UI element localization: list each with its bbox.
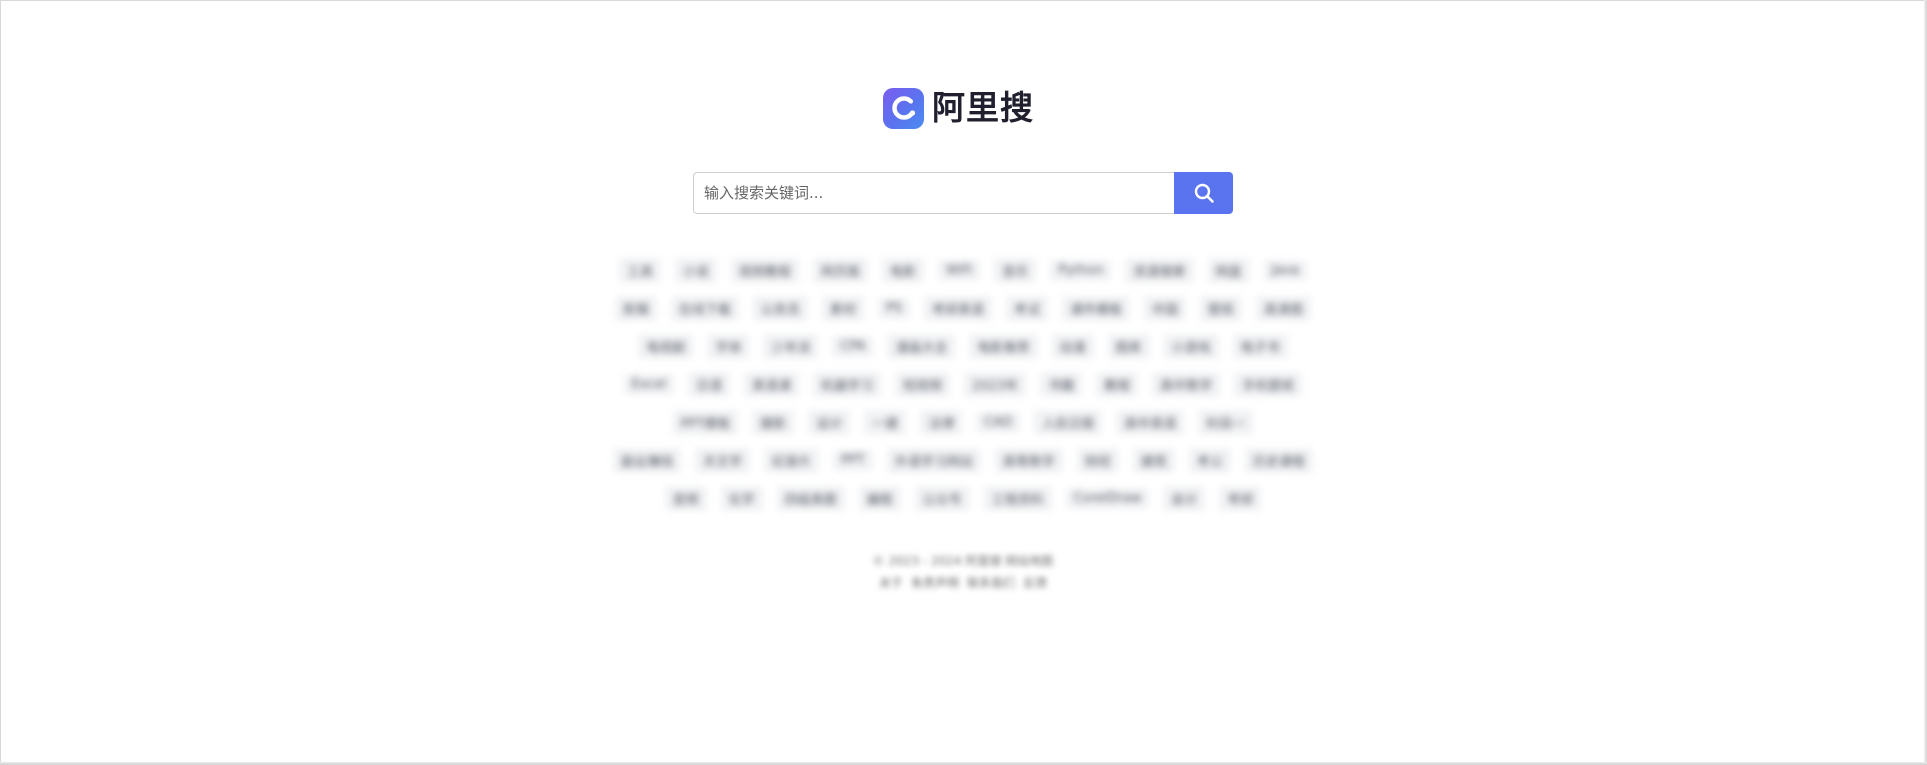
- hot-keyword-link[interactable]: 壁纸: [1200, 295, 1243, 321]
- hot-keyword-link[interactable]: 漫画大全: [887, 333, 956, 359]
- hot-keyword-row: 副业赚钱 天文学 纪录片 PPT 外语学习网站 高等数学 财经 建筑 考公 历史课程: [540, 441, 1386, 479]
- hot-keyword-link[interactable]: 摄影: [752, 409, 795, 435]
- search-button[interactable]: [1174, 172, 1233, 214]
- hot-keyword-link[interactable]: WiFi: [938, 259, 981, 281]
- hot-keyword-link[interactable]: 电影推荐: [969, 333, 1038, 359]
- search-bar: [693, 172, 1233, 214]
- hot-keyword-link[interactable]: CAD: [976, 411, 1021, 433]
- hot-keyword-link[interactable]: 设计: [808, 409, 851, 435]
- hot-keyword-link[interactable]: 图库: [1107, 333, 1150, 359]
- hot-keyword-link[interactable]: 小游戏: [1163, 333, 1219, 359]
- hot-keyword-link[interactable]: 英语课: [744, 371, 800, 397]
- footer-link[interactable]: 关于: [879, 576, 903, 590]
- hot-keyword-link[interactable]: 网盘: [1207, 257, 1250, 283]
- hot-keyword-link[interactable]: Java: [1263, 259, 1307, 281]
- hot-keyword-link[interactable]: 音乐: [994, 257, 1037, 283]
- hot-keyword-link[interactable]: 公众号: [914, 485, 970, 511]
- hot-keyword-link[interactable]: 教程: [1096, 371, 1139, 397]
- hot-keyword-link[interactable]: 音频: [664, 485, 707, 511]
- footer-copyright: © 2023 - 2024 阿里搜 网站地图: [872, 554, 1054, 568]
- hot-keyword-link[interactable]: 考公: [1188, 447, 1231, 473]
- hot-keyword-link[interactable]: 高中数学: [1152, 371, 1221, 397]
- hot-keyword-link[interactable]: 会计: [1163, 485, 1206, 511]
- hot-keyword-link[interactable]: 短视频: [895, 371, 951, 397]
- hot-keyword-row: Excel 日语 英语课 机器学习 短视频 2023年 书籍 教程 高中数学 手机壁纸: [540, 365, 1386, 403]
- hot-keyword-link[interactable]: 考研英语: [924, 295, 993, 321]
- hot-keyword-link[interactable]: 天文学: [695, 447, 751, 473]
- hot-keyword-link[interactable]: Python: [1050, 259, 1112, 281]
- hot-keyword-link[interactable]: 科目一: [1198, 409, 1254, 435]
- hot-keyword-link[interactable]: 高清图: [1256, 295, 1312, 321]
- hot-keyword-link[interactable]: 法律: [920, 409, 963, 435]
- hot-keyword-link[interactable]: 机器学习: [813, 371, 882, 397]
- hot-keyword-link[interactable]: 中国: [1144, 295, 1187, 321]
- hot-keyword-link[interactable]: 公务员: [752, 295, 808, 321]
- hot-keyword-link[interactable]: 小说: [675, 257, 718, 283]
- hot-keyword-link[interactable]: 少年派: [763, 333, 819, 359]
- hot-keyword-link[interactable]: PPT: [833, 449, 873, 471]
- footer-links: 关于 免责声明 联系我们 反馈: [763, 572, 1163, 594]
- footer: © 2023 - 2024 阿里搜 网站地图 关于 免责声明 联系我们 反馈: [763, 550, 1163, 594]
- hot-keyword-link[interactable]: 考试: [1006, 295, 1049, 321]
- hot-keyword-link[interactable]: 手机壁纸: [1234, 371, 1303, 397]
- hot-keyword-link[interactable]: 2023年: [964, 371, 1027, 397]
- hot-keyword-link[interactable]: CorelDraw: [1065, 487, 1150, 509]
- hot-keyword-link[interactable]: 高中英语: [1116, 409, 1185, 435]
- hot-keyword-link[interactable]: 四级真题: [776, 485, 845, 511]
- hot-keyword-row: 工具 小说 视频教程 网页版 电影 WiFi 音乐 Python 资源搜索 网盘 Java: [540, 251, 1386, 289]
- hot-keyword-row: 剪辑 在线下载 公务员 素材 PS 考研英语 考试 课件模板 中国 壁纸 高清图: [540, 289, 1386, 327]
- hot-keyword-link[interactable]: 建筑: [1132, 447, 1175, 473]
- hot-keyword-link[interactable]: 历史课程: [1244, 447, 1313, 473]
- hot-keyword-link[interactable]: 日语: [688, 371, 731, 397]
- search-icon: [1194, 183, 1214, 203]
- logo-icon: [883, 87, 924, 129]
- hot-keyword-link[interactable]: CPA: [832, 335, 874, 357]
- hot-keyword-link[interactable]: PPT模板: [672, 409, 739, 435]
- hot-keyword-link[interactable]: 电子书: [1232, 333, 1288, 359]
- hot-keyword-link[interactable]: 素材: [821, 295, 864, 321]
- hot-keyword-link[interactable]: 动漫: [1051, 333, 1094, 359]
- hot-keyword-link[interactable]: 纪录片: [764, 447, 820, 473]
- logo-text: 阿里搜: [932, 88, 1034, 127]
- hot-keyword-link[interactable]: 工程资料: [983, 485, 1052, 511]
- hot-keyword-link[interactable]: 人民日报: [1034, 409, 1103, 435]
- hot-keyword-link[interactable]: 资源搜索: [1125, 257, 1194, 283]
- footer-link[interactable]: 联系我们: [967, 576, 1015, 590]
- hot-keyword-row: 音频 化学 四级真题 编程 公众号 工程资料 CorelDraw 会计 考研: [540, 479, 1386, 517]
- hot-keyword-link[interactable]: 编程: [858, 485, 901, 511]
- hot-keyword-row: PPT模板 摄影 设计 一建 法律 CAD 人民日报 高中英语 科目一: [540, 403, 1386, 441]
- hot-keyword-link[interactable]: 字体: [707, 333, 750, 359]
- hot-keyword-link[interactable]: 化学: [720, 485, 763, 511]
- hot-keyword-link[interactable]: 视频教程: [731, 257, 800, 283]
- hot-keywords: 工具 小说 视频教程 网页版 电影 WiFi 音乐 Python 资源搜索 网盘 Java 剪辑 在线下…: [540, 251, 1386, 517]
- hot-keyword-row: 电视剧 字体 少年派 CPA 漫画大全 电影推荐 动漫 图库 小游戏 电子书: [540, 327, 1386, 365]
- hot-keyword-link[interactable]: 课件模板: [1062, 295, 1131, 321]
- hot-keyword-link[interactable]: 书籍: [1040, 371, 1083, 397]
- hot-keyword-link[interactable]: 副业赚钱: [613, 447, 682, 473]
- hot-keyword-link[interactable]: PS: [877, 297, 911, 319]
- hot-keyword-link[interactable]: 外语学习网站: [886, 447, 981, 473]
- hot-keyword-link[interactable]: 高等数学: [994, 447, 1063, 473]
- hot-keyword-link[interactable]: 一建: [864, 409, 907, 435]
- hot-keyword-link[interactable]: 考研: [1219, 485, 1262, 511]
- site-logo[interactable]: 阿里搜: [883, 86, 1034, 130]
- hot-keyword-link[interactable]: 剪辑: [614, 295, 657, 321]
- hot-keyword-link[interactable]: Excel: [623, 373, 675, 395]
- search-input[interactable]: [693, 172, 1174, 214]
- hot-keyword-link[interactable]: 财经: [1076, 447, 1119, 473]
- hot-keyword-link[interactable]: 电视剧: [638, 333, 694, 359]
- footer-link[interactable]: 免责声明: [911, 576, 959, 590]
- footer-link[interactable]: 反馈: [1023, 576, 1047, 590]
- hot-keyword-link[interactable]: 电影: [882, 257, 925, 283]
- hot-keyword-link[interactable]: 工具: [619, 257, 662, 283]
- hot-keyword-link[interactable]: 网页版: [813, 257, 869, 283]
- hot-keyword-link[interactable]: 在线下载: [670, 295, 739, 321]
